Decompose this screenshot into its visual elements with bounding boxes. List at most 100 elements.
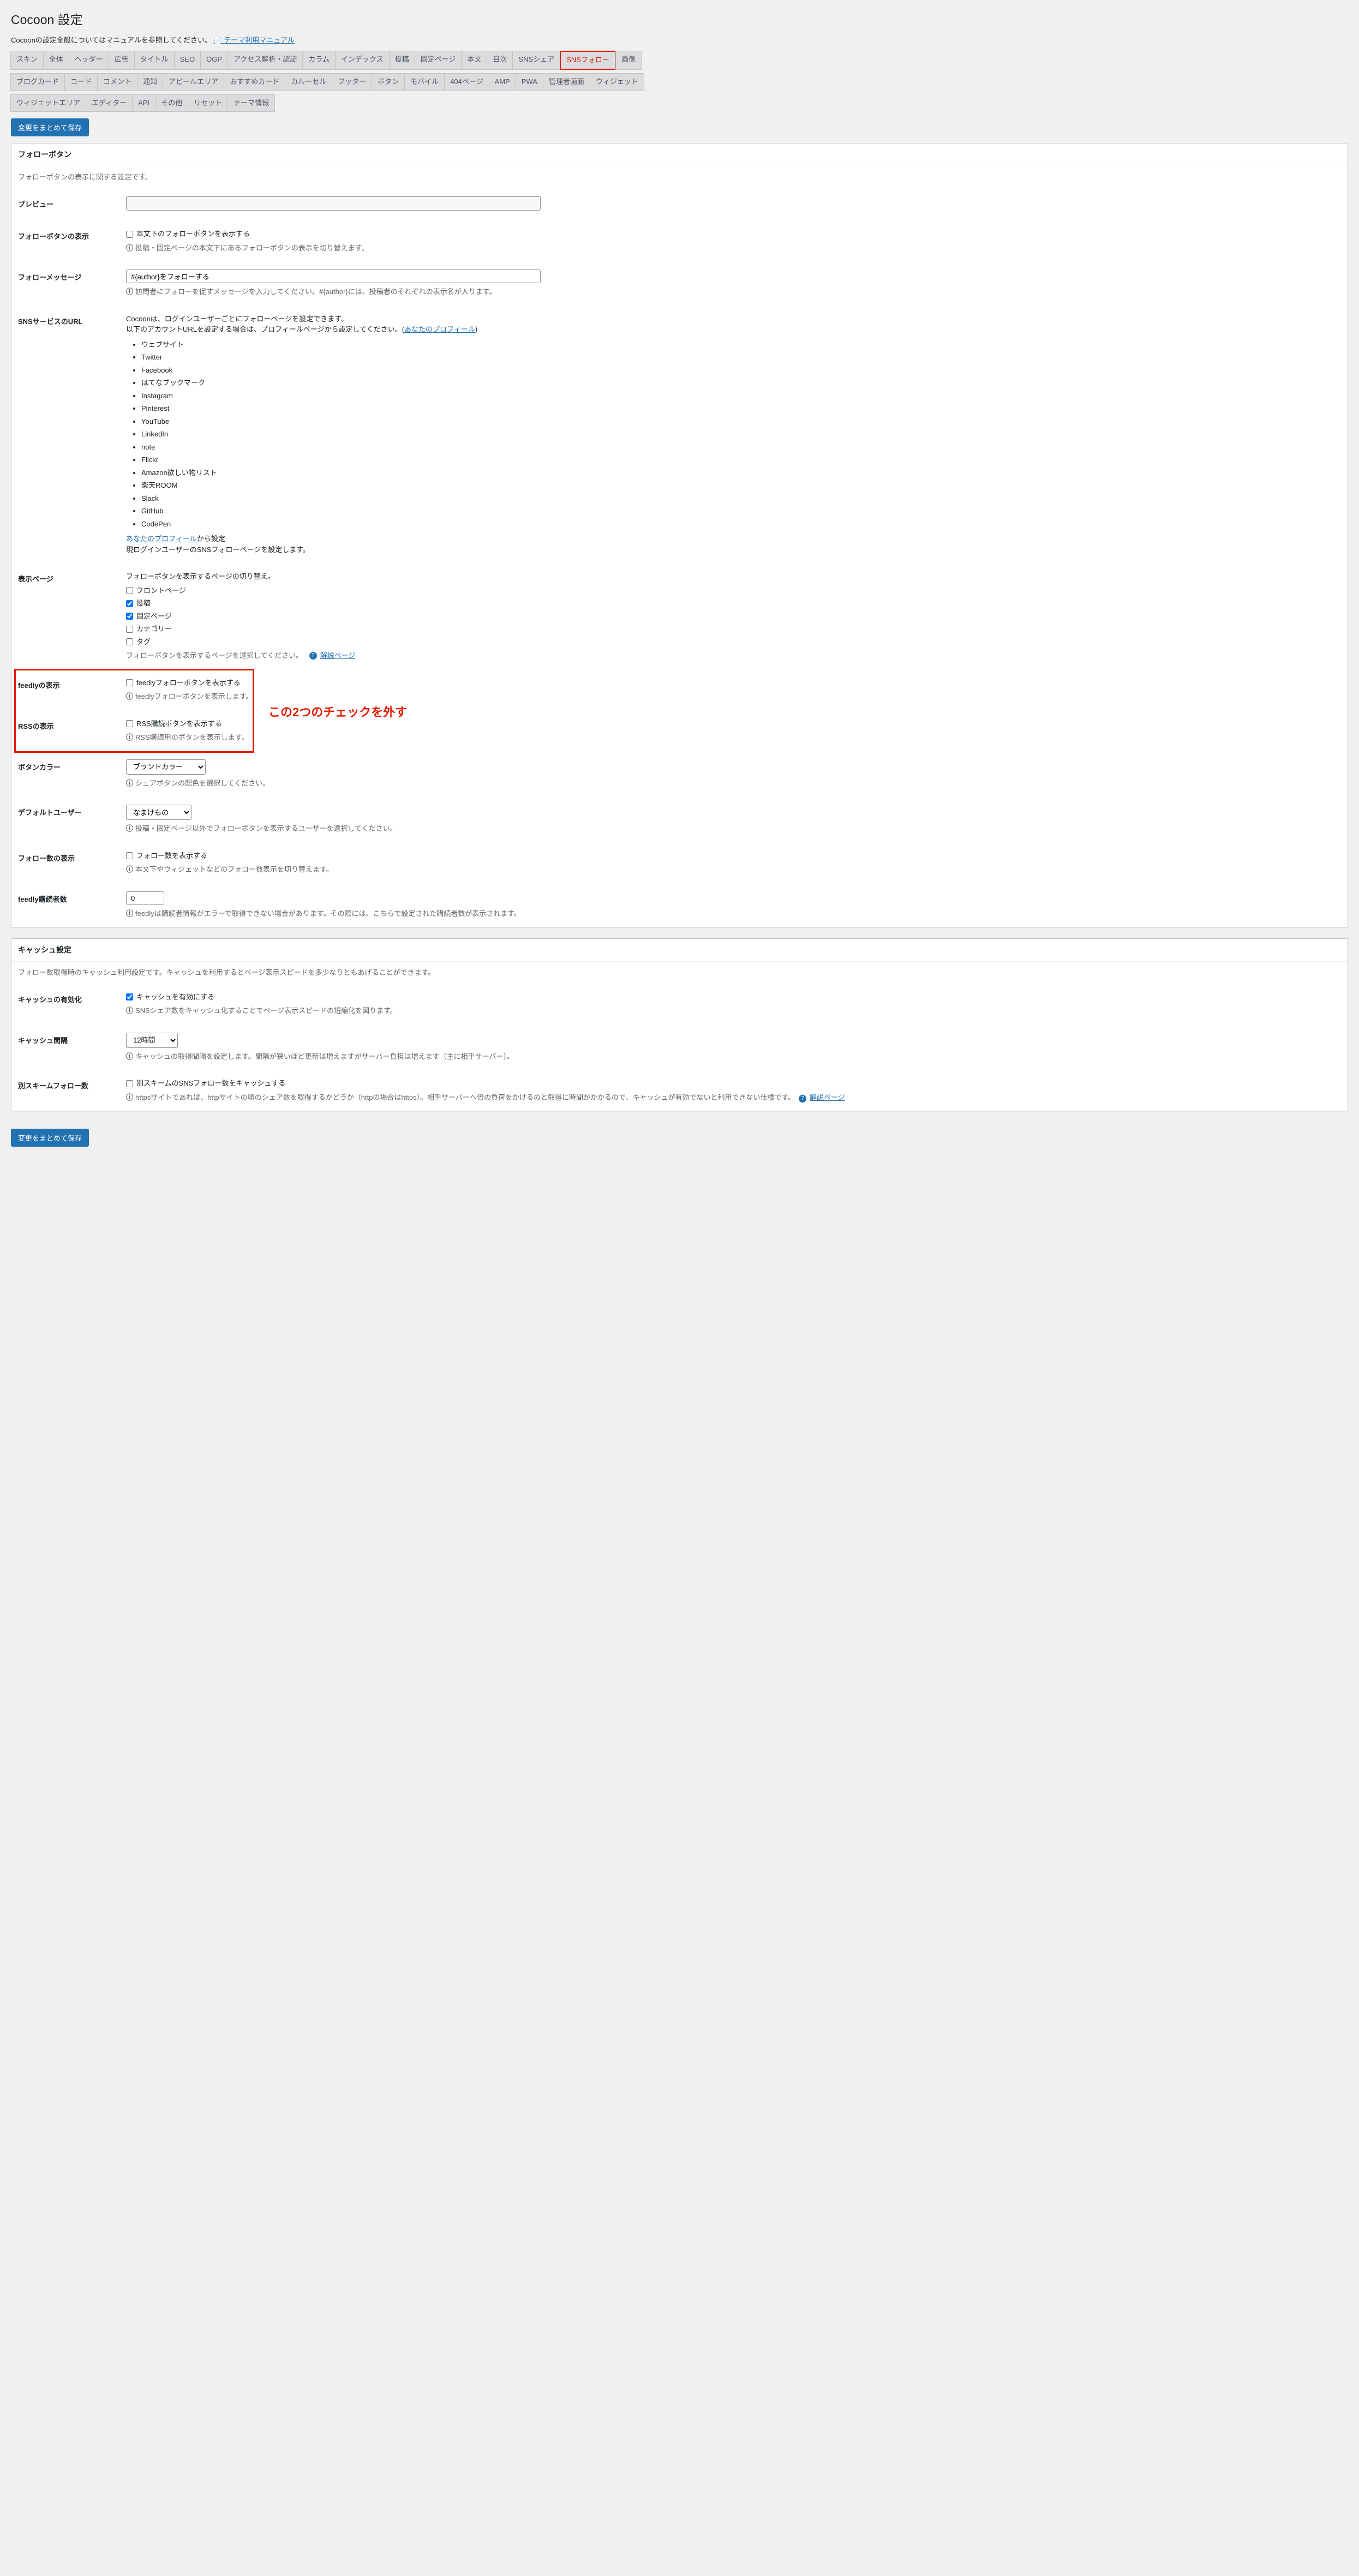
rss-checkbox-line[interactable]: RSS購読ボタンを表示する bbox=[126, 718, 1342, 729]
display-checkbox[interactable] bbox=[126, 231, 133, 238]
interval-select[interactable]: 12時間 bbox=[126, 1033, 178, 1048]
tab-ボタン[interactable]: ボタン bbox=[372, 73, 405, 91]
follow-section-title: フォローボタン bbox=[11, 143, 1348, 166]
tab-SNSシェア[interactable]: SNSシェア bbox=[512, 51, 560, 70]
sns-service-item: Twitter bbox=[141, 352, 1342, 363]
tab-テーマ情報[interactable]: テーマ情報 bbox=[228, 94, 275, 112]
tab-404ページ[interactable]: 404ページ bbox=[444, 73, 489, 91]
cache-enable-checkbox[interactable] bbox=[126, 993, 133, 1001]
tab-管理者画面[interactable]: 管理者画面 bbox=[543, 73, 590, 91]
tab-AMP[interactable]: AMP bbox=[489, 73, 516, 91]
tab-インデックス[interactable]: インデックス bbox=[335, 51, 390, 70]
follow-message-input[interactable] bbox=[126, 269, 541, 283]
page-checkbox-タグ[interactable]: タグ bbox=[126, 637, 1342, 648]
help-link-pages[interactable]: 解説ページ bbox=[320, 650, 356, 661]
count-label: フォロー数の表示 bbox=[11, 842, 121, 883]
cache-section-desc: フォロー数取得時のキャッシュ利用設定です。キャッシュを利用するとページ表示スピー… bbox=[11, 962, 1348, 984]
tab-全体[interactable]: 全体 bbox=[43, 51, 69, 70]
tab-PWA[interactable]: PWA bbox=[516, 73, 543, 91]
tab-フッター[interactable]: フッター bbox=[332, 73, 372, 91]
tab-エディター[interactable]: エディター bbox=[86, 94, 133, 112]
info-icon bbox=[126, 732, 133, 743]
tab-カラム[interactable]: カラム bbox=[302, 51, 336, 70]
count-checkbox-line[interactable]: フォロー数を表示する bbox=[126, 850, 1342, 861]
scheme-checkbox[interactable] bbox=[126, 1080, 133, 1087]
tab-API[interactable]: API bbox=[132, 94, 155, 112]
info-icon bbox=[126, 286, 133, 297]
tab-ウィジェット[interactable]: ウィジェット bbox=[590, 73, 644, 91]
sns-service-item: 楽天ROOM bbox=[141, 480, 1342, 491]
info-icon bbox=[126, 691, 133, 702]
user-label: デフォルトユーザー bbox=[11, 796, 121, 842]
tab-カルーセル[interactable]: カルーセル bbox=[285, 73, 332, 91]
display-checkbox-line[interactable]: 本文下のフォローボタンを表示する bbox=[126, 229, 1342, 239]
sns-service-item: はてなブックマーク bbox=[141, 378, 1342, 388]
tab-ヘッダー[interactable]: ヘッダー bbox=[69, 51, 109, 70]
page-checkbox-input[interactable] bbox=[126, 613, 133, 620]
sns-service-item: CodePen bbox=[141, 519, 1342, 530]
user-select[interactable]: なまけもの bbox=[126, 805, 191, 820]
tab-コード[interactable]: コード bbox=[64, 73, 98, 91]
page-checkbox-input[interactable] bbox=[126, 638, 133, 645]
tab-SEO[interactable]: SEO bbox=[174, 51, 201, 70]
tab-目次[interactable]: 目次 bbox=[487, 51, 513, 70]
tab-アクセス解析・認証[interactable]: アクセス解析・認証 bbox=[228, 51, 303, 70]
sns-service-item: Facebook bbox=[141, 365, 1342, 376]
tab-タイトル[interactable]: タイトル bbox=[134, 51, 175, 70]
tab-アピールエリア[interactable]: アピールエリア bbox=[163, 73, 224, 91]
sns-service-item: Pinterest bbox=[141, 403, 1342, 414]
page-checkbox-カテゴリー[interactable]: カテゴリー bbox=[126, 624, 1342, 634]
document-icon bbox=[214, 36, 222, 44]
tab-広告[interactable]: 広告 bbox=[109, 51, 135, 70]
color-select[interactable]: ブランドカラー bbox=[126, 759, 206, 775]
tab-おすすめカード[interactable]: おすすめカード bbox=[224, 73, 285, 91]
tab-投稿[interactable]: 投稿 bbox=[389, 51, 415, 70]
tab-画像[interactable]: 画像 bbox=[615, 51, 642, 70]
tab-OGP[interactable]: OGP bbox=[200, 51, 228, 70]
tab-通知[interactable]: 通知 bbox=[137, 73, 163, 91]
follow-section-desc: フォローボタンの表示に関する設定です。 bbox=[11, 166, 1348, 188]
count-checkbox[interactable] bbox=[126, 852, 133, 859]
page-checkbox-input[interactable] bbox=[126, 626, 133, 633]
tab-SNSフォロー[interactable]: SNSフォロー bbox=[560, 51, 616, 70]
info-icon bbox=[126, 1005, 133, 1016]
save-button-top[interactable]: 変更をまとめて保存 bbox=[11, 118, 89, 136]
info-icon bbox=[126, 1092, 133, 1103]
tab-本文[interactable]: 本文 bbox=[461, 51, 487, 70]
scheme-label: 別スキームフォロー数 bbox=[11, 1070, 121, 1111]
page-checkbox-フロントページ[interactable]: フロントページ bbox=[126, 585, 1342, 596]
scheme-checkbox-line[interactable]: 別スキームのSNSフォロー数をキャッシュする bbox=[126, 1078, 1342, 1089]
tab-リセット[interactable]: リセット bbox=[188, 94, 228, 112]
tab-固定ページ[interactable]: 固定ページ bbox=[415, 51, 462, 70]
tab-コメント[interactable]: コメント bbox=[97, 73, 137, 91]
info-icon bbox=[126, 1051, 133, 1062]
manual-link[interactable]: テーマ利用マニュアル bbox=[214, 36, 295, 44]
display-label: フォローボタンの表示 bbox=[11, 220, 121, 261]
tab-ブログカード[interactable]: ブログカード bbox=[10, 73, 65, 91]
save-button-bottom[interactable]: 変更をまとめて保存 bbox=[11, 1129, 89, 1147]
sns-service-item: Instagram bbox=[141, 391, 1342, 402]
feedly-checkbox-line[interactable]: feedlyフォローボタンを表示する bbox=[126, 678, 1342, 688]
page-checkbox-input[interactable] bbox=[126, 587, 133, 594]
tab-ウィジェットエリア[interactable]: ウィジェットエリア bbox=[10, 94, 86, 112]
feedlycount-label: feedly購読者数 bbox=[11, 883, 121, 927]
tab-モバイル[interactable]: モバイル bbox=[404, 73, 445, 91]
tabs-row-1: スキン全体ヘッダー広告タイトルSEOOGPアクセス解析・認証カラムインデックス投… bbox=[11, 51, 1348, 70]
sns-service-item: YouTube bbox=[141, 416, 1342, 427]
page-checkbox-固定ページ[interactable]: 固定ページ bbox=[126, 611, 1342, 622]
feedly-checkbox[interactable] bbox=[126, 679, 133, 686]
page-checkbox-input[interactable] bbox=[126, 600, 133, 607]
info-icon bbox=[126, 864, 133, 875]
cache-enable-line[interactable]: キャッシュを有効にする bbox=[126, 992, 1342, 1003]
tabs-row-3: ウィジェットエリアエディターAPIその他リセットテーマ情報 bbox=[11, 94, 1348, 112]
tab-その他[interactable]: その他 bbox=[155, 94, 188, 112]
help-link-scheme[interactable]: 解説ページ bbox=[810, 1093, 845, 1101]
page-checkbox-投稿[interactable]: 投稿 bbox=[126, 598, 1342, 609]
profile-link-inline[interactable]: あなたのプロフィール bbox=[404, 325, 475, 333]
help-icon: ? bbox=[799, 1095, 806, 1103]
tabs-row-2: ブログカードコードコメント通知アピールエリアおすすめカードカルーセルフッターボタ… bbox=[11, 73, 1348, 91]
rss-checkbox[interactable] bbox=[126, 720, 133, 727]
tab-スキン[interactable]: スキン bbox=[10, 51, 44, 70]
profile-link[interactable]: あなたのプロフィール bbox=[126, 535, 197, 543]
feedly-count-input[interactable] bbox=[126, 891, 164, 905]
